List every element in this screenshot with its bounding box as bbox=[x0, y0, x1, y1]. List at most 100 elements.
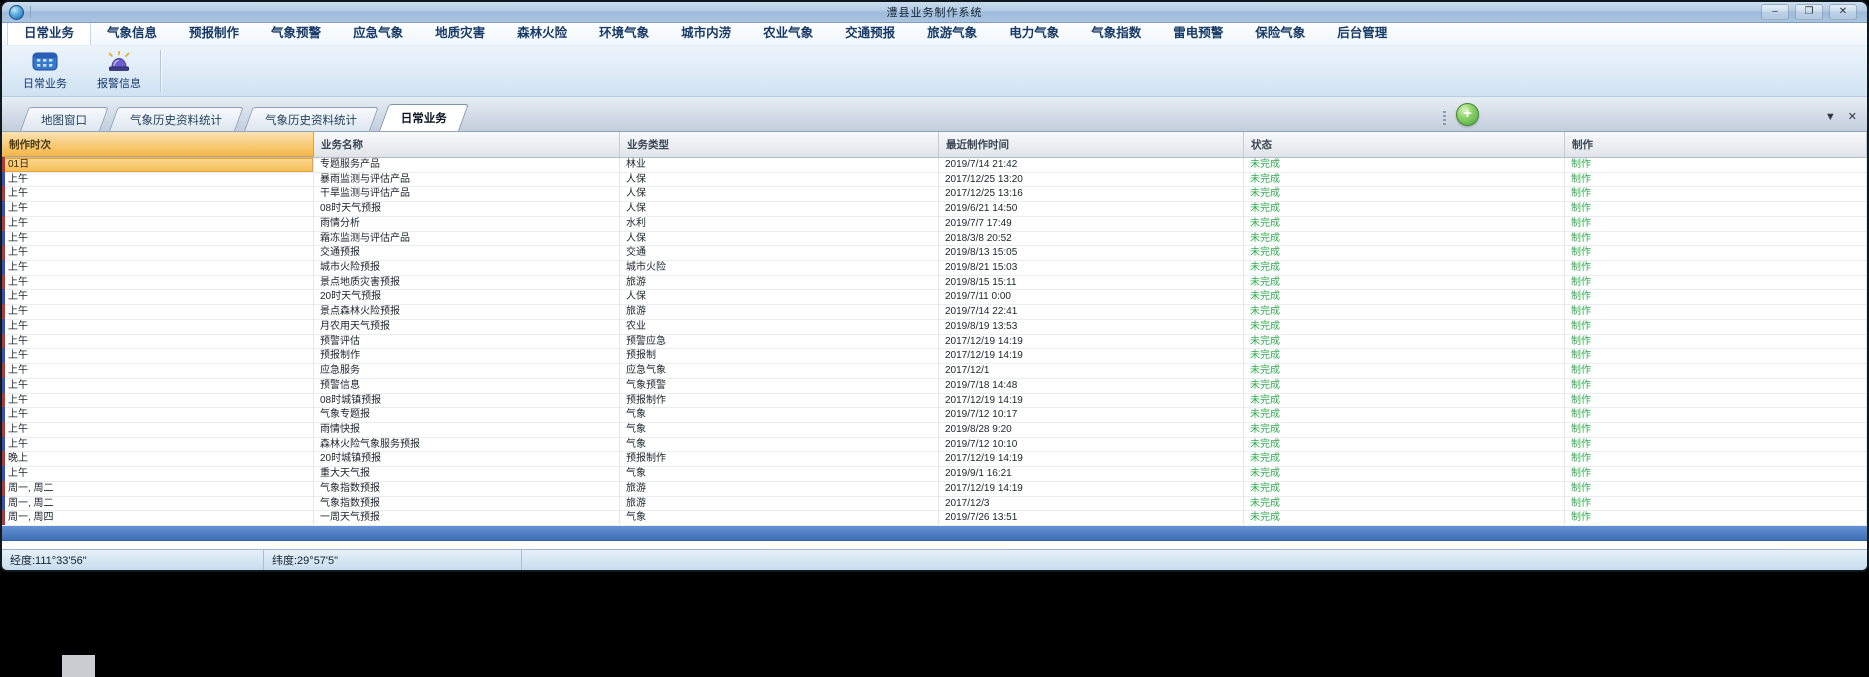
minimize-button[interactable]: – bbox=[1761, 4, 1789, 20]
tab-gripper bbox=[1443, 111, 1446, 125]
table-cell: 上午 bbox=[2, 246, 314, 260]
document-tab-0[interactable]: 地图窗口 bbox=[20, 107, 109, 131]
make-action-link[interactable]: 制作 bbox=[1565, 320, 1867, 334]
table-row[interactable]: 上午预警信息气象预警2019/7/18 14:48未完成制作 bbox=[2, 379, 1867, 394]
make-action-link[interactable]: 制作 bbox=[1565, 408, 1867, 422]
table-row[interactable]: 上午预报制作预报制2017/12/19 14:19未完成制作 bbox=[2, 349, 1867, 364]
make-action-link[interactable]: 制作 bbox=[1565, 276, 1867, 290]
make-action-link[interactable]: 制作 bbox=[1565, 364, 1867, 378]
window-controls: – ❐ ✕ bbox=[1761, 4, 1857, 20]
column-header-1[interactable]: 业务名称 bbox=[314, 132, 620, 157]
table-row[interactable]: 上午雨情快报气象2019/8/28 9:20未完成制作 bbox=[2, 423, 1867, 438]
make-action-link[interactable]: 制作 bbox=[1565, 482, 1867, 496]
row-marker bbox=[2, 172, 5, 187]
table-cell: 未完成 bbox=[1244, 364, 1565, 378]
document-tab-2[interactable]: 气象历史资料统计 bbox=[244, 107, 379, 131]
table-row[interactable]: 上午干旱监测与评估产品人保2017/12/25 13:16未完成制作 bbox=[2, 187, 1867, 202]
table-row[interactable]: 上午交通预报交通2019/8/13 15:05未完成制作 bbox=[2, 246, 1867, 261]
table-row[interactable]: 周一, 周二气象指数预报旅游2017/12/19 14:19未完成制作 bbox=[2, 482, 1867, 497]
table-cell: 上午 bbox=[2, 394, 314, 408]
table-cell: 旅游 bbox=[620, 482, 939, 496]
table-row[interactable]: 晚上20时城镇预报预报制作2017/12/19 14:19未完成制作 bbox=[2, 452, 1867, 467]
document-tab-1[interactable]: 气象历史资料统计 bbox=[109, 107, 244, 131]
table-row[interactable]: 上午08时天气预报人保2019/6/21 14:50未完成制作 bbox=[2, 202, 1867, 217]
tab-dropdown-icon[interactable]: ▼ bbox=[1825, 112, 1836, 123]
column-header-4[interactable]: 状态 bbox=[1244, 132, 1565, 157]
table-row[interactable]: 上午20时天气预报人保2019/7/11 0:00未完成制作 bbox=[2, 290, 1867, 305]
maximize-button[interactable]: ❐ bbox=[1795, 4, 1823, 20]
column-header-3[interactable]: 最近制作时间 bbox=[939, 132, 1244, 157]
table-row[interactable]: 01日专题服务产品林业2019/7/14 21:42未完成制作 bbox=[2, 158, 1867, 173]
table-row[interactable]: 上午气象专题报气象2019/7/12 10:17未完成制作 bbox=[2, 408, 1867, 423]
table-cell: 2017/12/19 14:19 bbox=[939, 452, 1244, 466]
table-row[interactable]: 上午森林火险气象服务预报气象2019/7/12 10:10未完成制作 bbox=[2, 438, 1867, 453]
selected-empty-row[interactable] bbox=[2, 526, 1867, 541]
table-row[interactable]: 上午霜冻监测与评估产品人保2018/3/8 20:52未完成制作 bbox=[2, 232, 1867, 247]
table-row[interactable]: 上午城市火险预报城市火险2019/8/21 15:03未完成制作 bbox=[2, 261, 1867, 276]
column-header-5[interactable]: 制作 bbox=[1565, 132, 1867, 157]
ribbon: 日常业务 报警信息 bbox=[2, 45, 1867, 97]
table-cell: 2017/12/3 bbox=[939, 497, 1244, 511]
table-row[interactable]: 上午雨情分析水利2019/7/7 17:49未完成制作 bbox=[2, 217, 1867, 232]
table-row[interactable]: 上午重大天气报气象2019/9/1 16:21未完成制作 bbox=[2, 467, 1867, 482]
make-action-link[interactable]: 制作 bbox=[1565, 394, 1867, 408]
make-action-link[interactable]: 制作 bbox=[1565, 290, 1867, 304]
make-action-link[interactable]: 制作 bbox=[1565, 379, 1867, 393]
table-row[interactable]: 上午景点森林火险预报旅游2019/7/14 22:41未完成制作 bbox=[2, 305, 1867, 320]
table-filler bbox=[2, 541, 1867, 549]
column-header-0[interactable]: 制作时次 bbox=[2, 132, 314, 157]
make-action-link[interactable]: 制作 bbox=[1565, 173, 1867, 187]
make-action-link[interactable]: 制作 bbox=[1565, 202, 1867, 216]
add-tab-button[interactable]: + bbox=[1456, 103, 1479, 126]
table-row[interactable]: 上午应急服务应急气象2017/12/1未完成制作 bbox=[2, 364, 1867, 379]
table-cell: 预警应急 bbox=[620, 335, 939, 349]
table-row[interactable]: 上午景点地质灾害预报旅游2019/8/15 15:11未完成制作 bbox=[2, 276, 1867, 291]
make-action-link[interactable]: 制作 bbox=[1565, 349, 1867, 363]
make-action-link[interactable]: 制作 bbox=[1565, 187, 1867, 201]
ribbon-button-alarm-info[interactable]: 报警信息 bbox=[82, 46, 156, 96]
document-tab-label: 气象历史资料统计 bbox=[265, 112, 357, 128]
table-cell: 气象 bbox=[620, 408, 939, 422]
table-cell: 2019/8/28 9:20 bbox=[939, 423, 1244, 437]
make-action-link[interactable]: 制作 bbox=[1565, 438, 1867, 452]
table-cell: 未完成 bbox=[1244, 511, 1565, 525]
table-cell: 上午 bbox=[2, 187, 314, 201]
table-cell: 2019/7/14 22:41 bbox=[939, 305, 1244, 319]
make-action-link[interactable]: 制作 bbox=[1565, 261, 1867, 275]
table-cell: 旅游 bbox=[620, 305, 939, 319]
longitude-readout: 经度:111°33'56" bbox=[2, 550, 264, 570]
table-row[interactable]: 上午暴雨监测与评估产品人保2017/12/25 13:20未完成制作 bbox=[2, 173, 1867, 188]
table-cell: 2019/7/18 14:48 bbox=[939, 379, 1244, 393]
table-cell: 气象专题报 bbox=[314, 408, 620, 422]
table-row[interactable]: 上午08时城镇预报预报制作2017/12/19 14:19未完成制作 bbox=[2, 394, 1867, 409]
tab-close-icon[interactable]: ✕ bbox=[1848, 112, 1857, 123]
make-action-link[interactable]: 制作 bbox=[1565, 423, 1867, 437]
document-tab-3[interactable]: 日常业务 bbox=[379, 104, 469, 131]
row-marker bbox=[2, 304, 5, 319]
table-cell: 未完成 bbox=[1244, 276, 1565, 290]
document-tab-bar: 地图窗口气象历史资料统计气象历史资料统计日常业务 + ▼ ✕ bbox=[2, 97, 1867, 132]
table-cell: 未完成 bbox=[1244, 349, 1565, 363]
table-cell: 交通 bbox=[620, 246, 939, 260]
app-window: 澧县业务制作系统 – ❐ ✕ 日常业务气象信息预报制作气象预警应急气象地质灾害森… bbox=[0, 0, 1869, 572]
make-action-link[interactable]: 制作 bbox=[1565, 335, 1867, 349]
make-action-link[interactable]: 制作 bbox=[1565, 305, 1867, 319]
make-action-link[interactable]: 制作 bbox=[1565, 158, 1867, 172]
table-row[interactable]: 周一, 周四一周天气预报气象2019/7/26 13:51未完成制作 bbox=[2, 511, 1867, 526]
table-cell: 重大天气报 bbox=[314, 467, 620, 481]
table-row[interactable]: 上午预警评估预警应急2017/12/19 14:19未完成制作 bbox=[2, 335, 1867, 350]
make-action-link[interactable]: 制作 bbox=[1565, 467, 1867, 481]
make-action-link[interactable]: 制作 bbox=[1565, 497, 1867, 511]
table-row[interactable]: 上午月农用天气预报农业2019/8/19 13:53未完成制作 bbox=[2, 320, 1867, 335]
make-action-link[interactable]: 制作 bbox=[1565, 217, 1867, 231]
table-row[interactable]: 周一, 周二气象指数预报旅游2017/12/3未完成制作 bbox=[2, 497, 1867, 512]
make-action-link[interactable]: 制作 bbox=[1565, 452, 1867, 466]
column-header-2[interactable]: 业务类型 bbox=[620, 132, 939, 157]
table-cell: 未完成 bbox=[1244, 187, 1565, 201]
make-action-link[interactable]: 制作 bbox=[1565, 232, 1867, 246]
make-action-link[interactable]: 制作 bbox=[1565, 511, 1867, 525]
ribbon-button-daily-business[interactable]: 日常业务 bbox=[8, 46, 82, 96]
table-cell: 人保 bbox=[620, 173, 939, 187]
make-action-link[interactable]: 制作 bbox=[1565, 246, 1867, 260]
close-button[interactable]: ✕ bbox=[1829, 4, 1857, 20]
